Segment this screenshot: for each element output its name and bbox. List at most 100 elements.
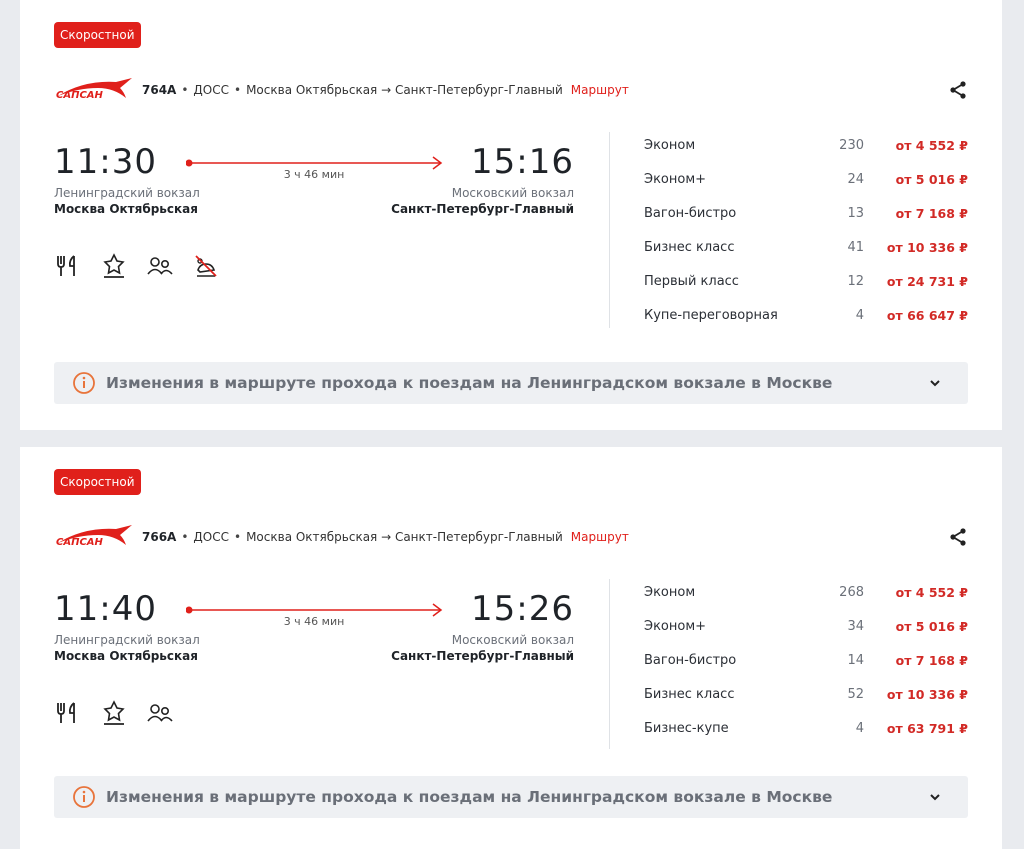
arrival-time: 15:26: [471, 589, 574, 629]
train-card: Скоростной САПСАН 764А • ДОСС • Москва О…: [20, 0, 1002, 430]
class-row[interactable]: Эконом+ 34 от 5 016 ₽: [644, 619, 968, 653]
schedule: 11:30 3 ч 46 мин 15:16 Ленинградский вок…: [54, 142, 574, 232]
arrival-station: Санкт-Петербург-Главный: [391, 649, 574, 663]
class-seats: 12: [847, 274, 864, 289]
sapsan-logo: САПСАН: [56, 78, 132, 101]
class-row[interactable]: Бизнес класс 52 от 10 336 ₽: [644, 687, 968, 721]
departure-station: Москва Октябрьская: [54, 202, 198, 216]
notice-text: Изменения в маршруте прохода к поездам н…: [106, 788, 833, 806]
route-text: Москва Октябрьская → Санкт-Петербург-Гла…: [246, 83, 563, 97]
class-seats: 41: [847, 240, 864, 255]
svg-text:САПСАН: САПСАН: [56, 90, 104, 101]
chevron-down-icon[interactable]: [928, 790, 942, 804]
class-row[interactable]: Бизнес класс 41 от 10 336 ₽: [644, 240, 968, 274]
sapsan-logo: САПСАН: [56, 525, 132, 548]
departure-station: Москва Октябрьская: [54, 649, 198, 663]
class-name: Купе-переговорная: [644, 308, 778, 323]
class-price: от 5 016 ₽: [895, 172, 968, 187]
loyalty-icon[interactable]: [100, 699, 128, 727]
class-price: от 7 168 ₽: [895, 653, 968, 668]
class-row[interactable]: Эконом 230 от 4 552 ₽: [644, 138, 968, 172]
restaurant-icon[interactable]: [54, 699, 82, 727]
info-icon: [73, 372, 95, 394]
amenities: [54, 699, 174, 727]
class-name: Вагон-бистро: [644, 653, 737, 668]
class-price: от 24 731 ₽: [886, 274, 968, 289]
train-header: САПСАН 764А • ДОСС • Москва Октябрьская …: [54, 76, 968, 104]
class-name: Эконом: [644, 585, 696, 600]
class-name: Первый класс: [644, 274, 739, 289]
chevron-down-icon[interactable]: [928, 376, 942, 390]
route-link[interactable]: Маршрут: [571, 530, 629, 544]
companions-icon[interactable]: [146, 699, 174, 727]
share-icon[interactable]: [948, 527, 968, 547]
loyalty-icon[interactable]: [100, 252, 128, 280]
class-seats: 13: [847, 206, 864, 221]
class-seats: 230: [839, 138, 864, 153]
route-change-notice[interactable]: Изменения в маршруте прохода к поездам н…: [54, 362, 968, 404]
arrival-terminal: Московский вокзал: [451, 186, 574, 200]
train-type-badge: Скоростной: [54, 22, 141, 48]
class-row[interactable]: Первый класс 12 от 24 731 ₽: [644, 274, 968, 308]
class-row[interactable]: Купе-переговорная 4 от 66 647 ₽: [644, 308, 968, 342]
class-seats: 52: [847, 687, 864, 702]
train-card: Скоростной САПСАН 766А • ДОСС • Москва О…: [20, 447, 1002, 849]
class-row[interactable]: Эконом+ 24 от 5 016 ₽: [644, 172, 968, 206]
class-list: Эконом 230 от 4 552 ₽ Эконом+ 24 от 5 01…: [644, 138, 968, 342]
carrier: ДОСС: [193, 83, 229, 97]
departure-terminal: Ленинградский вокзал: [54, 186, 200, 200]
class-row[interactable]: Вагон-бистро 14 от 7 168 ₽: [644, 653, 968, 687]
class-name: Вагон-бистро: [644, 206, 737, 221]
class-seats: 4: [855, 308, 864, 323]
class-price: от 5 016 ₽: [895, 619, 968, 634]
info-icon: [73, 786, 95, 808]
route-text: Москва Октябрьская → Санкт-Петербург-Гла…: [246, 530, 563, 544]
class-name: Бизнес-купе: [644, 721, 729, 736]
class-price: от 10 336 ₽: [886, 687, 968, 702]
class-price: от 4 552 ₽: [895, 138, 968, 153]
carrier: ДОСС: [193, 530, 229, 544]
companions-icon[interactable]: [146, 252, 174, 280]
train-number: 766А: [142, 530, 177, 544]
separator-dot: •: [181, 530, 189, 544]
divider: [609, 579, 610, 749]
class-row[interactable]: Бизнес-купе 4 от 63 791 ₽: [644, 721, 968, 755]
class-list: Эконом 268 от 4 552 ₽ Эконом+ 34 от 5 01…: [644, 585, 968, 755]
class-name: Эконом: [644, 138, 696, 153]
class-price: от 7 168 ₽: [895, 206, 968, 221]
schedule: 11:40 3 ч 46 мин 15:26 Ленинградский вок…: [54, 589, 574, 679]
route-link[interactable]: Маршрут: [571, 83, 629, 97]
share-icon[interactable]: [948, 80, 968, 100]
separator-dot: •: [234, 83, 242, 97]
class-seats: 34: [847, 619, 864, 634]
class-name: Эконом+: [644, 619, 707, 634]
arrival-station: Санкт-Петербург-Главный: [391, 202, 574, 216]
train-header: САПСАН 766А • ДОСС • Москва Октябрьская …: [54, 523, 968, 551]
class-seats: 14: [847, 653, 864, 668]
class-name: Бизнес класс: [644, 240, 735, 255]
separator-dot: •: [234, 530, 242, 544]
class-seats: 24: [847, 172, 864, 187]
notice-text: Изменения в маршруте прохода к поездам н…: [106, 374, 833, 392]
amenities: [54, 252, 220, 280]
departure-terminal: Ленинградский вокзал: [54, 633, 200, 647]
no-pets-icon[interactable]: [192, 252, 220, 280]
divider: [609, 132, 610, 328]
class-row[interactable]: Вагон-бистро 13 от 7 168 ₽: [644, 206, 968, 240]
svg-text:САПСАН: САПСАН: [56, 537, 104, 548]
class-name: Бизнес класс: [644, 687, 735, 702]
class-row[interactable]: Эконом 268 от 4 552 ₽: [644, 585, 968, 619]
train-type-badge: Скоростной: [54, 469, 141, 495]
class-seats: 268: [839, 585, 864, 600]
class-price: от 63 791 ₽: [886, 721, 968, 736]
restaurant-icon[interactable]: [54, 252, 82, 280]
train-number: 764А: [142, 83, 177, 97]
class-price: от 4 552 ₽: [895, 585, 968, 600]
route-change-notice[interactable]: Изменения в маршруте прохода к поездам н…: [54, 776, 968, 818]
arrival-terminal: Московский вокзал: [451, 633, 574, 647]
separator-dot: •: [181, 83, 189, 97]
class-price: от 66 647 ₽: [886, 308, 968, 323]
class-name: Эконом+: [644, 172, 707, 187]
class-seats: 4: [855, 721, 864, 736]
class-price: от 10 336 ₽: [886, 240, 968, 255]
